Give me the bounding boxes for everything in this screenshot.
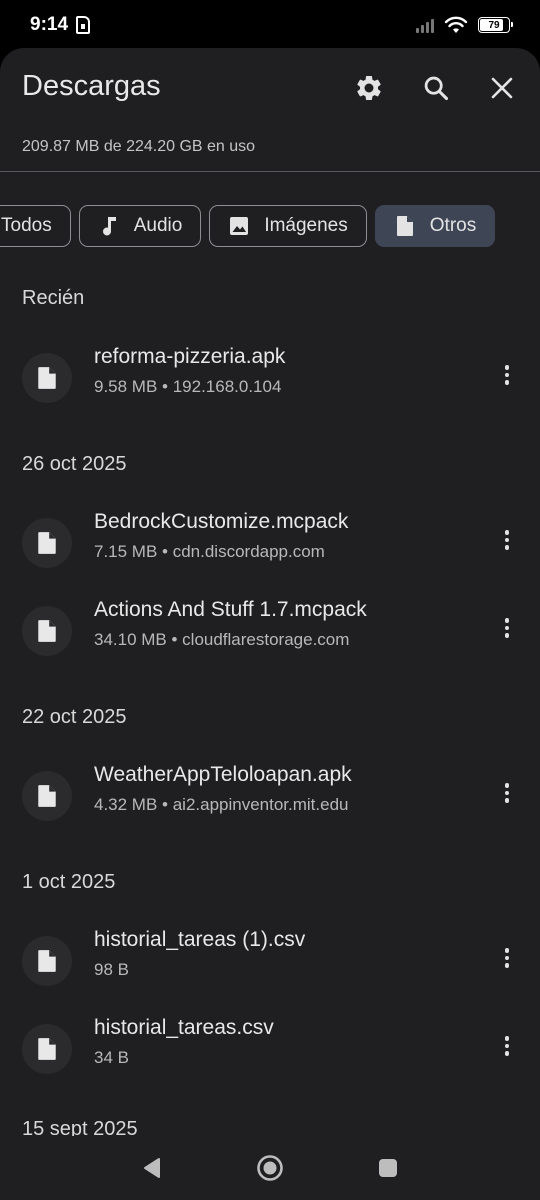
battery-icon: 79 bbox=[478, 17, 513, 33]
wifi-icon bbox=[444, 16, 468, 33]
chip-label: Otros bbox=[429, 215, 477, 236]
back-triangle-icon bbox=[144, 1158, 160, 1178]
home-button[interactable] bbox=[253, 1151, 287, 1185]
list-item[interactable]: BedrockCustomize.mcpack 7.15 MB • cdn.di… bbox=[0, 510, 540, 586]
section-title: Recién bbox=[22, 287, 85, 309]
file-name: WeatherAppTeloloapan.apk bbox=[94, 763, 352, 786]
more-options-button[interactable] bbox=[490, 1026, 524, 1066]
home-circle-icon bbox=[257, 1155, 283, 1181]
image-icon bbox=[228, 215, 250, 237]
divider bbox=[0, 171, 540, 172]
list-item[interactable]: reforma-pizzeria.apk 9.58 MB • 192.168.0… bbox=[0, 345, 540, 421]
filter-chips: Todos Audio Imágenes Otros bbox=[0, 205, 496, 247]
page-title: Descargas bbox=[22, 70, 161, 102]
file-meta: 34.10 MB • cloudflarestorage.com bbox=[94, 630, 350, 649]
filter-chip-imagenes[interactable]: Imágenes bbox=[209, 205, 367, 247]
more-options-button[interactable] bbox=[490, 520, 524, 560]
file-icon bbox=[394, 215, 416, 237]
navigation-bar bbox=[0, 1136, 540, 1200]
filter-chip-audio[interactable]: Audio bbox=[78, 205, 202, 247]
file-icon bbox=[22, 771, 72, 821]
recents-button[interactable] bbox=[371, 1151, 405, 1185]
file-meta: 98 B bbox=[94, 960, 129, 979]
close-icon bbox=[491, 77, 513, 99]
close-button[interactable] bbox=[480, 66, 524, 110]
header: Descargas bbox=[0, 48, 540, 128]
more-options-button[interactable] bbox=[490, 773, 524, 813]
file-name: reforma-pizzeria.apk bbox=[94, 345, 286, 368]
section-title: 1 oct 2025 bbox=[22, 871, 116, 893]
filter-chip-todos[interactable]: Todos bbox=[0, 205, 71, 247]
file-meta: 9.58 MB • 192.168.0.104 bbox=[94, 377, 282, 396]
file-meta: 7.15 MB • cdn.discordapp.com bbox=[94, 542, 325, 561]
back-button[interactable] bbox=[135, 1151, 169, 1185]
chip-label: Todos bbox=[1, 215, 52, 236]
chip-label: Imágenes bbox=[264, 215, 348, 236]
file-meta: 34 B bbox=[94, 1048, 129, 1067]
file-icon bbox=[22, 606, 72, 656]
sim-card-icon bbox=[76, 16, 91, 34]
list-item[interactable]: Actions And Stuff 1.7.mcpack 34.10 MB • … bbox=[0, 598, 540, 674]
settings-button[interactable] bbox=[347, 66, 391, 110]
storage-usage: 209.87 MB de 224.20 GB en uso bbox=[22, 138, 256, 155]
battery-level: 79 bbox=[488, 19, 500, 31]
file-icon bbox=[22, 936, 72, 986]
chip-label: Audio bbox=[133, 215, 183, 236]
file-icon bbox=[22, 518, 72, 568]
list-item[interactable]: historial_tareas (1).csv 98 B bbox=[0, 928, 540, 1004]
file-name: historial_tareas.csv bbox=[94, 1016, 274, 1039]
search-button[interactable] bbox=[414, 66, 458, 110]
downloads-sheet: Descargas 209.87 MB de 224.20 GB en uso … bbox=[0, 48, 540, 1136]
gear-icon bbox=[357, 75, 381, 100]
file-icon bbox=[22, 1024, 72, 1074]
signal-icon bbox=[416, 17, 434, 33]
section-title: 26 oct 2025 bbox=[22, 453, 127, 475]
filter-chip-otros[interactable]: Otros bbox=[374, 205, 496, 247]
file-name: BedrockCustomize.mcpack bbox=[94, 510, 349, 533]
file-name: historial_tareas (1).csv bbox=[94, 928, 306, 951]
more-options-button[interactable] bbox=[490, 608, 524, 648]
status-time: 9:14 bbox=[30, 14, 69, 35]
status-time-group: 9:14 bbox=[30, 14, 91, 36]
more-options-button[interactable] bbox=[490, 938, 524, 978]
search-icon bbox=[424, 76, 449, 101]
section-title: 15 sept 2025 bbox=[22, 1118, 138, 1136]
file-name: Actions And Stuff 1.7.mcpack bbox=[94, 598, 367, 621]
music-note-icon bbox=[98, 215, 120, 237]
status-bar: 9:14 79 bbox=[0, 0, 540, 50]
more-options-button[interactable] bbox=[490, 355, 524, 395]
file-icon bbox=[22, 353, 72, 403]
list-item[interactable]: historial_tareas.csv 34 B bbox=[0, 1016, 540, 1092]
list-item[interactable]: WeatherAppTeloloapan.apk 4.32 MB • ai2.a… bbox=[0, 763, 540, 839]
section-title: 22 oct 2025 bbox=[22, 706, 127, 728]
status-icons: 79 bbox=[416, 16, 513, 34]
file-meta: 4.32 MB • ai2.appinventor.mit.edu bbox=[94, 795, 349, 814]
recents-square-icon bbox=[379, 1159, 397, 1177]
